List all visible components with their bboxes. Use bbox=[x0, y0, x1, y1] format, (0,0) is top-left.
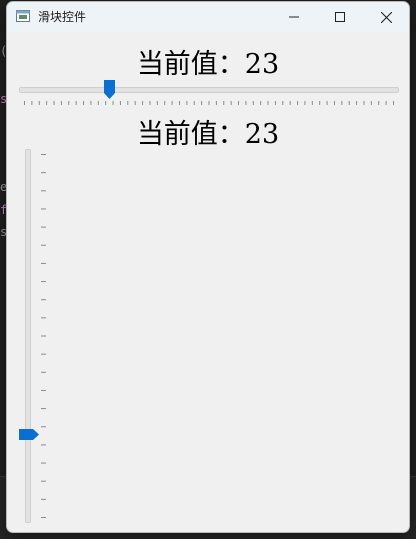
title-bar[interactable]: 滑块控件 bbox=[7, 2, 409, 32]
horizontal-slider-groove bbox=[19, 87, 399, 93]
maximize-button[interactable] bbox=[317, 2, 363, 32]
horizontal-slider-ticks bbox=[24, 101, 394, 105]
vertical-slider-ticks bbox=[41, 154, 46, 518]
current-value-label: 当前值：23 bbox=[136, 49, 280, 80]
slider-window: 滑块控件 当前值：23 当前值：23 bbox=[6, 1, 410, 533]
horizontal-slider[interactable] bbox=[19, 78, 399, 108]
horizontal-slider-handle[interactable] bbox=[103, 80, 115, 99]
close-button[interactable] bbox=[363, 2, 409, 32]
vertical-slider[interactable] bbox=[19, 149, 59, 523]
app-icon bbox=[16, 10, 30, 22]
minimize-button[interactable] bbox=[271, 2, 317, 32]
current-value-label-secondary: 当前值：23 bbox=[136, 119, 280, 150]
maximize-icon bbox=[335, 12, 345, 22]
close-icon bbox=[380, 11, 392, 23]
window-title: 滑块控件 bbox=[38, 10, 87, 24]
vertical-slider-handle[interactable] bbox=[19, 428, 39, 440]
minimize-icon bbox=[289, 16, 299, 18]
vertical-slider-groove bbox=[25, 149, 31, 523]
